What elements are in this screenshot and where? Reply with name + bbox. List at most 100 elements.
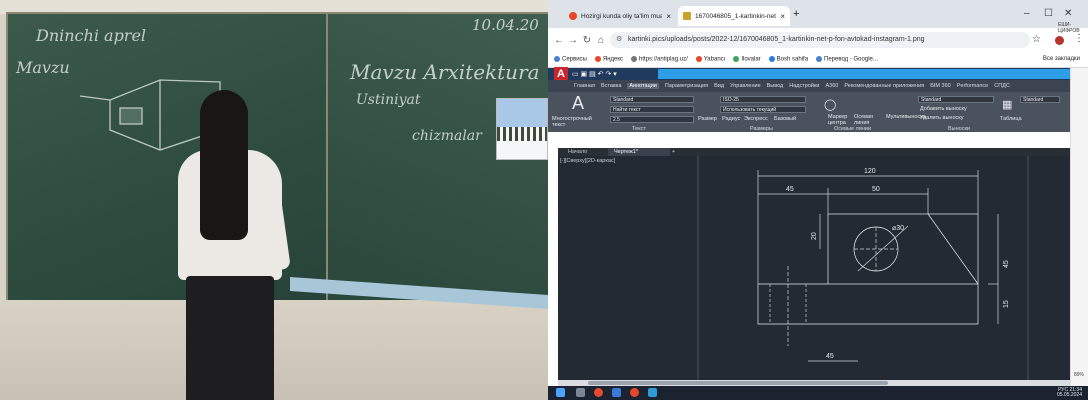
bookmark-star-icon[interactable]: ☆ (1032, 34, 1041, 45)
maximize-icon[interactable]: ☐ (1044, 8, 1053, 19)
browser-tab-active[interactable]: 1670046805_1-kartinkin-net-p × (678, 6, 790, 26)
chalk-date: 10.04.20 (472, 16, 539, 34)
ribbon-gap (548, 132, 1088, 148)
browser-tab[interactable]: Hozirgi kunda oliy ta'lim muas × (564, 6, 676, 26)
ribbon-tab[interactable]: Управление (730, 83, 761, 89)
multiline-text-button[interactable]: Многострочный текст (552, 116, 596, 128)
opera-icon[interactable] (594, 388, 603, 397)
cad-drawing: 120 45 50 20 ⌀30 45 15 45 (697, 156, 1029, 380)
dim-style-select[interactable]: ISO-25 (720, 96, 806, 103)
center-mark-button[interactable]: Маркер центра (828, 114, 852, 126)
doc-tab-start[interactable]: Начало (562, 148, 593, 156)
url-input[interactable]: ⚙ kartinki.pics/uploads/posts/2022-12/16… (610, 32, 1030, 48)
browser-menu-icon[interactable]: ⋮ (1074, 33, 1084, 44)
baseline-button[interactable]: Базовый (774, 116, 796, 122)
center-mark-icon: ◯ (824, 99, 837, 111)
site-info-icon[interactable]: ⚙ (616, 32, 622, 48)
close-tab-icon[interactable]: × (780, 12, 785, 21)
ribbon-tab-active[interactable]: Аннотации (627, 83, 659, 89)
chalk-text: Dninchi aprel (36, 26, 147, 45)
system-tray[interactable]: РУС 21:34 05.05.2024 (1057, 388, 1082, 398)
chalk-text: Mavzu Arxitektura (350, 60, 540, 84)
table-button[interactable]: Таблица (1000, 116, 1022, 122)
quick-access-toolbar[interactable]: ▭ ▣ ▤ ↶ ↷ ▾ (572, 70, 617, 78)
chalkboard-right (326, 12, 548, 308)
find-text-input[interactable]: Найти текст (610, 106, 694, 113)
ribbon-tab[interactable]: Рекомендованные приложения (844, 83, 924, 89)
image-favicon-icon (683, 12, 691, 20)
minimize-icon[interactable]: – (1024, 8, 1030, 19)
centerline-button[interactable]: Осевая линия (854, 114, 882, 126)
forward-icon[interactable]: → (566, 35, 580, 46)
ribbon-tab[interactable]: Вид (714, 83, 724, 89)
bookmark-item[interactable]: Перевод - Google... (816, 56, 878, 63)
bookmark-item[interactable]: Yabancı (695, 56, 725, 63)
classroom-photo: 10.04.20 Dninchi aprel Mavzu Mavzu Arxit… (0, 0, 548, 400)
app-icon[interactable] (648, 388, 657, 397)
bookmark-item[interactable]: https://antiplag.uz/ (631, 56, 688, 63)
side-text: ЕШИ-ЦИФРОВ (1058, 22, 1080, 34)
ribbon-tab[interactable]: Параметризация (665, 83, 708, 89)
ribbon-tab[interactable]: BIM 360 (930, 83, 950, 89)
site-icon (733, 56, 740, 63)
dimension-label: 45 (786, 186, 794, 193)
wall-poster (496, 98, 548, 160)
bookmark-item[interactable]: Ilovalar (733, 56, 761, 63)
ribbon-tab[interactable]: СПДС (994, 83, 1010, 89)
cad-ribbon: A Многострочный текст Standard Найти тек… (548, 92, 1088, 133)
bookmark-item[interactable]: Яндекс (594, 56, 623, 63)
translate-icon (816, 56, 823, 63)
all-bookmarks-button[interactable]: Все закладки (1043, 56, 1080, 62)
chalk-text: chizmalar (412, 128, 482, 144)
browser-tab-bar: Hozirgi kunda oliy ta'lim muas × 1670046… (548, 0, 1088, 28)
new-tab-button[interactable]: + (793, 8, 799, 20)
remove-leader-button[interactable]: Удалить выноску (920, 115, 963, 121)
radius-button[interactable]: Радиус (722, 116, 740, 122)
back-icon[interactable]: ← (552, 35, 566, 46)
dimension-label: 20 (811, 232, 818, 240)
file-explorer-icon[interactable] (612, 388, 621, 397)
dim-layer-select[interactable]: Использовать текущий (720, 106, 806, 113)
ribbon-tab[interactable]: Главная (574, 83, 595, 89)
express-button[interactable]: Экспресс (744, 116, 768, 122)
ribbon-tab[interactable]: Вставка (601, 83, 621, 89)
chrome-icon[interactable] (630, 388, 639, 397)
add-doc-tab-icon[interactable]: + (666, 148, 681, 156)
wall-lower (0, 300, 548, 400)
bookmark-item[interactable]: Сервисы (554, 56, 587, 63)
reload-icon[interactable]: ↻ (580, 35, 594, 46)
opera-favicon-icon (569, 12, 577, 20)
close-tab-icon[interactable]: × (666, 12, 671, 21)
profile-avatar[interactable] (1055, 36, 1064, 45)
site-icon (695, 56, 702, 63)
url-text: kartinki.pics/uploads/posts/2022-12/1670… (628, 36, 925, 43)
bookmarks-bar: Сервисы Яндекс https://antiplag.uz/ Yaba… (548, 52, 1088, 68)
mleader-style-select[interactable]: Standard (918, 96, 994, 103)
ribbon-tab[interactable]: A360 (825, 83, 838, 89)
text-height-select[interactable]: 2.5 (610, 116, 694, 123)
home-icon[interactable]: ⌂ (594, 35, 608, 46)
autocad-logo[interactable]: A (554, 67, 568, 81)
bookmark-item[interactable]: Bosh sahifa (768, 56, 808, 63)
ribbon-tab[interactable]: Performance (957, 83, 989, 89)
add-leader-button[interactable]: Добавить выноску (920, 106, 967, 112)
multiline-text-icon[interactable]: A (572, 93, 584, 114)
ribbon-tab[interactable]: Вывод (767, 83, 784, 89)
site-icon (768, 56, 775, 63)
tab-title: Hozirgi kunda oliy ta'lim muas (581, 12, 663, 20)
doc-tab-drawing[interactable]: Чертеж1* (608, 148, 670, 156)
windows-taskbar: РУС 21:34 05.05.2024 (548, 386, 1088, 400)
close-window-icon[interactable]: ✕ (1064, 8, 1072, 19)
windows-start-icon[interactable] (556, 388, 565, 397)
table-style-select[interactable]: Standard (1020, 96, 1060, 103)
dimension-button[interactable]: Размер (698, 116, 717, 122)
clock-date: 05.05.2024 (1056, 392, 1082, 398)
cad-title-highlight (658, 69, 1088, 79)
task-view-icon[interactable] (576, 388, 585, 397)
tab-title: 1670046805_1-kartinkin-net-p (695, 12, 777, 20)
yandex-icon (594, 56, 601, 63)
ribbon-tab[interactable]: Надстройки (789, 83, 819, 89)
dimension-label: 120 (864, 168, 876, 175)
text-style-select[interactable]: Standard (610, 96, 694, 103)
screen-screenshot: Hozirgi kunda oliy ta'lim muas × 1670046… (548, 0, 1088, 400)
